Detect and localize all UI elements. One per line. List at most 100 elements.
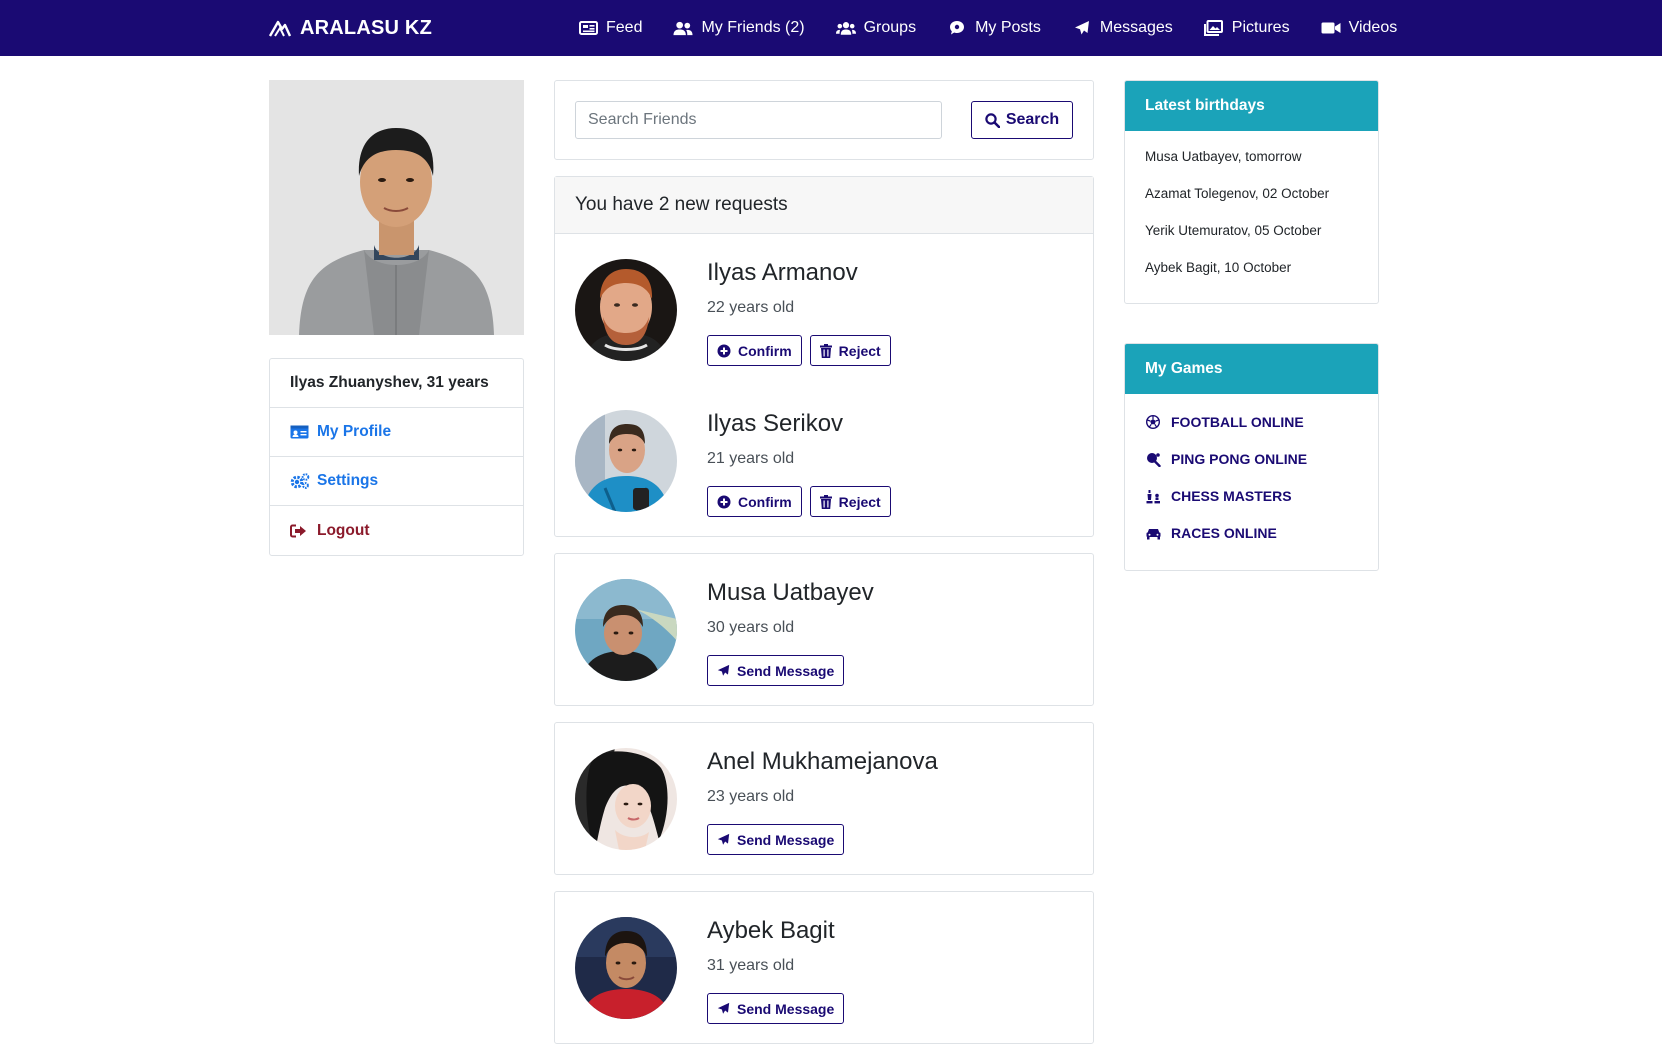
logout-link[interactable]: Logout [270, 506, 523, 555]
nav-videos-label: Videos [1348, 19, 1398, 36]
game-football-online[interactable]: FOOTBALL ONLINE [1145, 414, 1358, 451]
birthday-item: Yerik Utemuratov, 05 October [1145, 223, 1322, 238]
game-ping-pong-online[interactable]: PING PONG ONLINE [1145, 451, 1358, 488]
brand-name: ARALASU KZ [300, 16, 432, 39]
video-icon [1321, 20, 1341, 36]
avatar[interactable] [575, 259, 677, 361]
game-races-online[interactable]: RACES ONLINE [1145, 525, 1358, 562]
my-profile-link[interactable]: My Profile [270, 408, 523, 457]
comment-icon [947, 20, 967, 36]
games-title: My Games [1125, 344, 1378, 394]
game-chess-masters[interactable]: CHESS MASTERS [1145, 488, 1358, 525]
game-label: RACES ONLINE [1171, 525, 1277, 541]
nav-feed-label: Feed [606, 19, 643, 36]
birthday-item: Musa Uatbayev, tomorrow [1145, 149, 1302, 164]
game-label: FOOTBALL ONLINE [1171, 414, 1304, 430]
avatar-image [575, 410, 677, 512]
profile-name: Ilyas Zhuanyshev, 31 years [290, 374, 489, 391]
nav-my-posts[interactable]: My Posts [947, 19, 1041, 37]
user-friends-icon [673, 20, 693, 36]
nav-pictures[interactable]: Pictures [1204, 19, 1290, 37]
search-button[interactable]: Search [971, 101, 1073, 139]
search-button-label: Search [1005, 111, 1060, 128]
search-friends-input[interactable] [575, 101, 942, 139]
avatar[interactable] [575, 410, 677, 512]
birthdays-card: Latest birthdays Musa Uatbayev, tomorrow… [1124, 80, 1379, 304]
birthdays-list: Musa Uatbayev, tomorrow Azamat Tolegenov… [1125, 131, 1378, 303]
avatar[interactable] [575, 748, 677, 850]
profile-photo[interactable] [269, 80, 524, 335]
confirm-label: Confirm [738, 493, 792, 510]
nav-my-posts-label: My Posts [975, 19, 1041, 36]
friend-actions: Send Message [707, 655, 852, 686]
paper-plane-icon [717, 833, 730, 845]
request-actions: Confirm Reject [707, 335, 899, 366]
settings-label: Settings [317, 472, 379, 489]
nav-messages[interactable]: Messages [1072, 19, 1173, 37]
trash-icon [819, 494, 832, 509]
send-message-button[interactable]: Send Message [707, 824, 845, 855]
nav-my-friends-label: My Friends (2) [701, 19, 805, 36]
nav-feed[interactable]: Feed [578, 19, 642, 37]
avatar-image [575, 259, 677, 361]
avatar-image [575, 579, 677, 681]
avatar-image [575, 748, 677, 850]
reject-label: Reject [838, 493, 881, 510]
friend-name[interactable]: Aybek Bagit [707, 917, 835, 945]
avatar[interactable] [575, 579, 677, 681]
reject-label: Reject [838, 342, 881, 359]
game-label: PING PONG ONLINE [1171, 451, 1308, 467]
friend-name[interactable]: Musa Uatbayev [707, 579, 874, 607]
top-navbar: ARALASU KZ Feed My Friends (2) Groups My… [0, 0, 1662, 56]
main-nav: Feed My Friends (2) Groups My Posts Mess… [578, 0, 1397, 56]
search-icon [985, 112, 1000, 128]
request-actions: Confirm Reject [707, 486, 899, 517]
nav-pictures-label: Pictures [1231, 19, 1290, 36]
request-name[interactable]: Ilyas Serikov [707, 410, 843, 438]
profile-photo-image [269, 80, 524, 335]
birthday-item: Aybek Bagit, 10 October [1145, 260, 1292, 275]
friend-card: Aybek Bagit 31 years old Send Message [554, 891, 1094, 1044]
settings-link[interactable]: Settings [270, 457, 523, 506]
request-age: 22 years old [707, 299, 795, 316]
images-icon [1204, 20, 1224, 36]
friend-card: Musa Uatbayev 30 years old Send Message [554, 553, 1094, 706]
id-card-icon [290, 425, 310, 439]
brand-logo[interactable]: ARALASU KZ [268, 0, 432, 56]
nav-my-friends[interactable]: My Friends (2) [673, 19, 805, 37]
send-message-button[interactable]: Send Message [707, 993, 845, 1024]
nav-groups-label: Groups [863, 19, 917, 36]
request-age: 21 years old [707, 450, 795, 467]
avatar[interactable] [575, 917, 677, 1019]
send-message-label: Send Message [737, 831, 835, 848]
birthday-item: Azamat Tolegenov, 02 October [1145, 186, 1330, 201]
my-profile-label: My Profile [317, 423, 392, 440]
profile-menu-card: Ilyas Zhuanyshev, 31 years My Profile Se… [269, 358, 524, 556]
friend-actions: Send Message [707, 824, 852, 855]
nav-messages-label: Messages [1099, 19, 1173, 36]
chess-icon [1145, 488, 1161, 504]
send-message-label: Send Message [737, 1000, 835, 1017]
request-name[interactable]: Ilyas Armanov [707, 259, 858, 287]
plus-circle-icon [717, 495, 731, 508]
games-list: FOOTBALL ONLINE PING PONG ONLINE CHESS M… [1125, 394, 1378, 570]
friend-requests-card: You have 2 new requests Ilyas Armanov 22… [554, 176, 1094, 537]
game-label: CHESS MASTERS [1171, 488, 1292, 504]
confirm-button[interactable]: Confirm [707, 486, 802, 517]
nav-groups[interactable]: Groups [835, 19, 917, 37]
nav-videos[interactable]: Videos [1321, 19, 1398, 37]
send-message-button[interactable]: Send Message [707, 655, 845, 686]
reject-button[interactable]: Reject [809, 486, 891, 517]
friend-card: Anel Mukhamejanova 23 years old Send Mes… [554, 722, 1094, 875]
friend-name[interactable]: Anel Mukhamejanova [707, 748, 938, 776]
newspaper-icon [578, 20, 598, 36]
futbol-icon [1145, 414, 1161, 430]
paper-plane-icon [717, 664, 730, 676]
table-tennis-icon [1145, 451, 1161, 467]
plus-circle-icon [717, 344, 731, 357]
friend-age: 23 years old [707, 788, 795, 805]
confirm-button[interactable]: Confirm [707, 335, 802, 366]
users-icon [835, 20, 856, 36]
reject-button[interactable]: Reject [809, 335, 891, 366]
avatar-image [575, 917, 677, 1019]
